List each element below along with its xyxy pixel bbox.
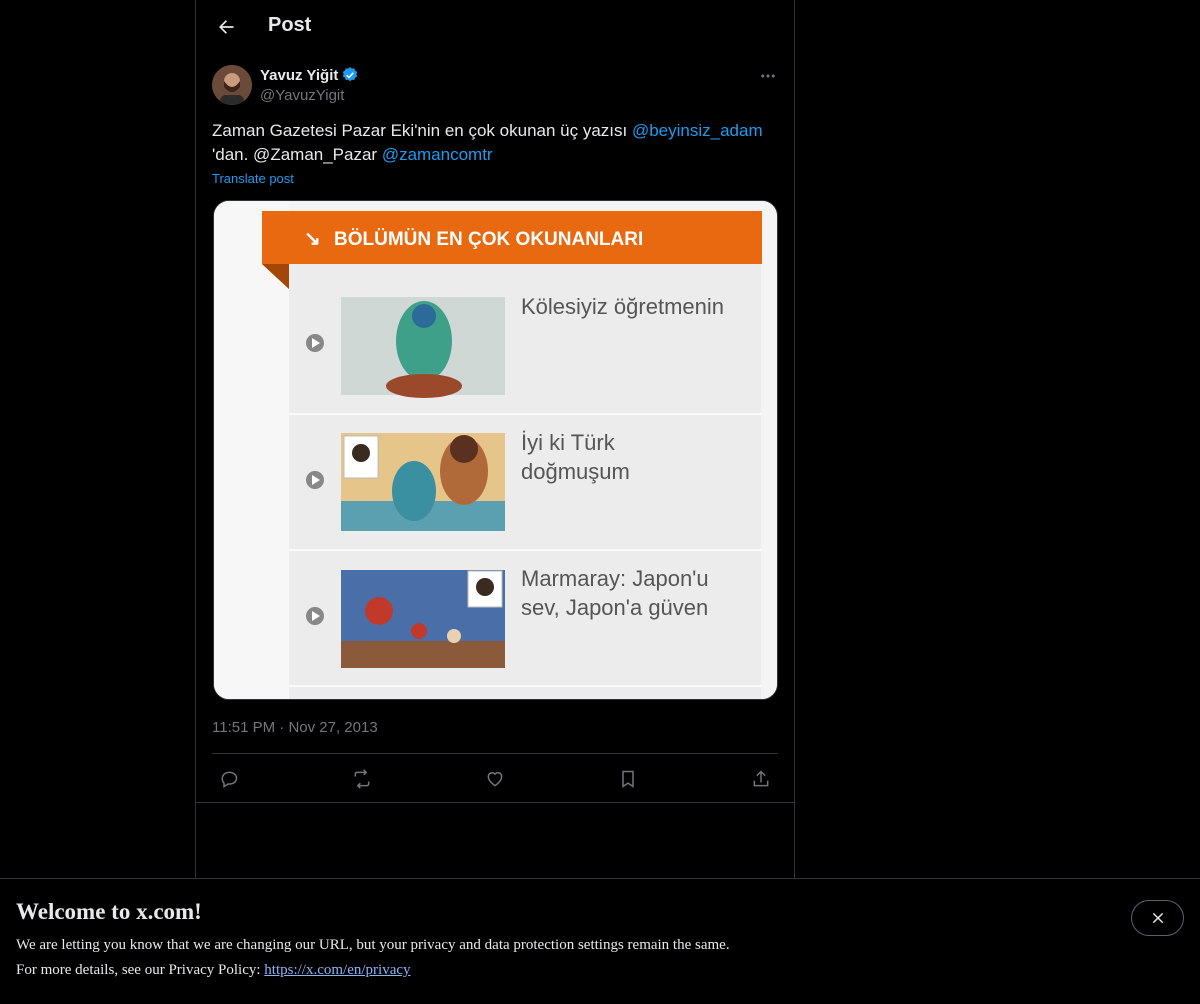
arrow-left-icon	[219, 20, 234, 34]
repost-button[interactable]	[345, 762, 379, 796]
bookmark-icon	[622, 770, 634, 788]
privacy-policy-link[interactable]: https://x.com/en/privacy	[264, 962, 410, 978]
repost-icon	[354, 769, 370, 789]
divider	[212, 753, 778, 754]
avatar[interactable]	[212, 65, 252, 105]
avatar-image	[212, 65, 252, 105]
welcome-banner: Welcome to x.com! We are letting you kno…	[0, 878, 1200, 1004]
post-text-part2: 'dan. @Zaman_Pazar	[212, 145, 382, 164]
author-name[interactable]: Yavuz Yiğit	[260, 66, 359, 84]
post-time: 11:51 PM	[212, 719, 276, 736]
post-text-part1: Zaman Gazetesi Pazar Eki'nin en çok okun…	[212, 121, 632, 140]
page-title: Post	[268, 14, 312, 36]
banner-title: Welcome to x.com!	[16, 899, 202, 924]
more-dots-icon	[761, 74, 775, 78]
mention-link[interactable]: @beyinsiz_adam	[632, 121, 763, 140]
post-timestamp[interactable]: 11:51 PM · Nov 27, 2013	[212, 719, 378, 736]
post-header: Post	[196, 0, 794, 54]
post-media-image[interactable]: ↘ BÖLÜMÜN EN ÇOK OKUNANLARI Kölesiyiz öğ…	[213, 200, 778, 700]
svg-text:↘: ↘	[304, 228, 321, 250]
banner-privacy-line: For more details, see our Privacy Policy…	[16, 962, 411, 979]
media-illustration: ↘ BÖLÜMÜN EN ÇOK OKUNANLARI Kölesiyiz öğ…	[214, 201, 777, 699]
like-icon	[487, 772, 503, 787]
back-button[interactable]	[208, 9, 244, 45]
translate-post-link[interactable]: Translate post	[212, 171, 294, 186]
more-options-button[interactable]	[756, 64, 780, 88]
media-item-title: İyi ki Türk	[521, 430, 616, 455]
post-actions	[212, 762, 778, 796]
media-item-title-line2: doğmuşum	[521, 459, 630, 484]
post-text: Zaman Gazetesi Pazar Eki'nin en çok okun…	[212, 119, 780, 167]
post-date: Nov 27, 2013	[288, 719, 378, 736]
media-item-title-line2: sev, Japon'a güven	[521, 595, 708, 620]
media-banner-text: BÖLÜMÜN EN ÇOK OKUNANLARI	[334, 229, 643, 250]
main-column: Post Yavuz Yiğit @YavuzYigit Zaman Gazet…	[195, 0, 795, 1004]
reply-button[interactable]	[212, 762, 246, 796]
banner-message: We are letting you know that we are chan…	[16, 937, 730, 953]
bookmark-button[interactable]	[611, 762, 645, 796]
reply-icon	[221, 771, 238, 788]
like-button[interactable]	[478, 762, 512, 796]
timestamp-separator: ·	[279, 719, 285, 736]
divider	[196, 802, 794, 803]
verified-badge-icon	[343, 67, 358, 82]
close-icon	[1152, 912, 1163, 924]
close-banner-button[interactable]	[1131, 900, 1184, 936]
media-item-title: Kölesiyiz öğretmenin	[521, 294, 724, 319]
media-item-title: Marmaray: Japon'u	[521, 566, 709, 591]
author-name-text: Yavuz Yiğit	[260, 66, 339, 84]
share-icon	[753, 770, 769, 787]
share-button[interactable]	[744, 762, 778, 796]
mention-link[interactable]: @zamancomtr	[382, 145, 493, 164]
author-handle[interactable]: @YavuzYigit	[260, 87, 344, 104]
banner-privacy-prefix: For more details, see our Privacy Policy…	[16, 962, 265, 978]
